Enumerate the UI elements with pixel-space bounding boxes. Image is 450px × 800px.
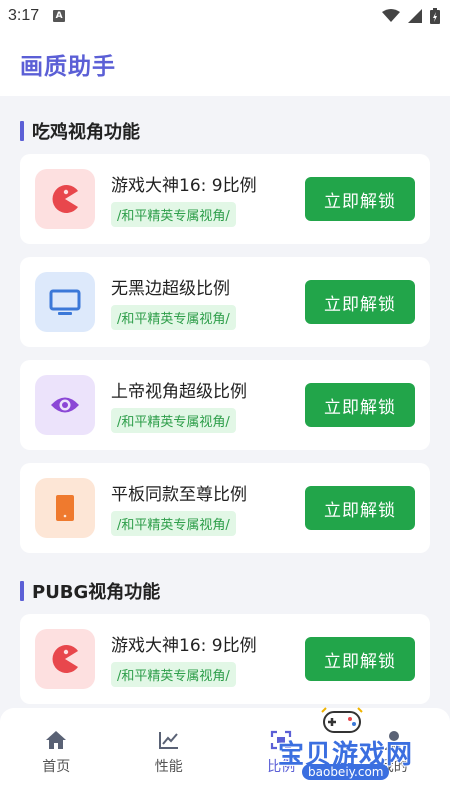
page-title: 画质助手 <box>20 54 116 80</box>
status-bar: 3:17 A <box>0 0 450 32</box>
feature-card: 平板同款至尊比例 /和平精英专属视角/ 立即解锁 <box>20 463 430 553</box>
wifi-icon <box>382 9 400 22</box>
nav-label: 我的 <box>379 759 408 775</box>
home-icon <box>46 731 67 749</box>
nav-item-performance[interactable]: 性能 <box>113 708 226 800</box>
section-accent-bar <box>20 581 24 601</box>
tablet-icon <box>56 495 74 521</box>
unlock-button[interactable]: 立即解锁 <box>305 177 415 221</box>
feature-icon-box <box>35 272 95 332</box>
unlock-button[interactable]: 立即解锁 <box>305 383 415 427</box>
unlock-button[interactable]: 立即解锁 <box>305 637 415 681</box>
feature-card: 游戏大神16: 9比例 /和平精英专属视角/ 立即解锁 <box>20 614 430 704</box>
nav-label: 性能 <box>154 759 183 775</box>
unlock-button[interactable]: 立即解锁 <box>305 486 415 530</box>
feature-name: 上帝视角超级比例 <box>111 382 247 402</box>
profile-icon <box>383 731 404 750</box>
feature-name: 平板同款至尊比例 <box>111 485 247 505</box>
pacman-icon <box>52 645 78 673</box>
feature-icon-box <box>35 375 95 435</box>
signal-icon <box>408 9 422 23</box>
feature-name: 游戏大神16: 9比例 <box>111 636 257 656</box>
section-header-pubg-mobile: 吃鸡视角功能 <box>20 118 140 144</box>
nav-label: 比例 <box>267 759 296 775</box>
section-title: PUBG视角功能 <box>32 582 161 603</box>
section-accent-bar <box>20 121 24 141</box>
feature-icon-box <box>35 169 95 229</box>
feature-card: 上帝视角超级比例 /和平精英专属视角/ 立即解锁 <box>20 360 430 450</box>
feature-icon-box <box>35 478 95 538</box>
pacman-icon <box>52 185 78 213</box>
section-title: 吃鸡视角功能 <box>32 122 140 143</box>
app-notification-icon: A <box>53 10 66 22</box>
battery-icon <box>430 8 440 24</box>
ratio-icon <box>271 730 292 750</box>
feature-card: 无黑边超级比例 /和平精英专属视角/ 立即解锁 <box>20 257 430 347</box>
nav-item-ratio[interactable]: 比例 <box>225 708 338 800</box>
bottom-navigation: 首页 性能 比例 我的 <box>0 708 450 800</box>
feature-tag: /和平精英专属视角/ <box>111 202 236 227</box>
monitor-icon <box>49 289 81 315</box>
unlock-button[interactable]: 立即解锁 <box>305 280 415 324</box>
nav-item-profile[interactable]: 我的 <box>338 708 450 800</box>
feature-tag: /和平精英专属视角/ <box>111 662 236 687</box>
chart-icon <box>158 732 178 749</box>
feature-tag: /和平精英专属视角/ <box>111 408 236 433</box>
status-time: 3:17 <box>8 7 40 24</box>
feature-icon-box <box>35 629 95 689</box>
nav-item-home[interactable]: 首页 <box>0 708 113 800</box>
app-bar: 画质助手 <box>0 32 450 96</box>
nav-label: 首页 <box>42 759 71 775</box>
feature-name: 游戏大神16: 9比例 <box>111 176 257 196</box>
eye-icon <box>51 397 79 413</box>
feature-tag: /和平精英专属视角/ <box>111 511 236 536</box>
feature-name: 无黑边超级比例 <box>111 279 230 299</box>
feature-card: 游戏大神16: 9比例 /和平精英专属视角/ 立即解锁 <box>20 154 430 244</box>
main-content[interactable]: 吃鸡视角功能 游戏大神16: 9比例 /和平精英专属视角/ 立即解锁 无黑边超级… <box>0 96 450 708</box>
section-header-pubg: PUBG视角功能 <box>20 578 160 604</box>
feature-tag: /和平精英专属视角/ <box>111 305 236 330</box>
